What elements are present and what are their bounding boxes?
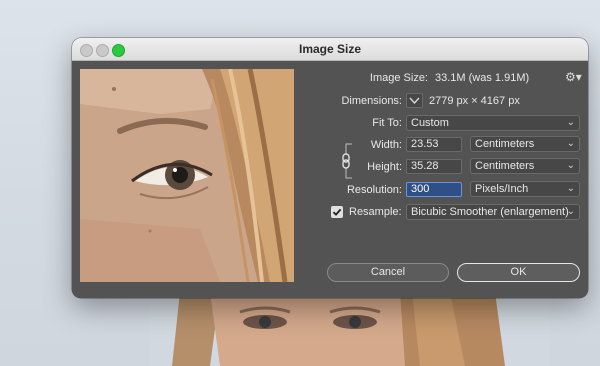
height-label: Height: — [367, 161, 402, 173]
resample-label: Resample: — [349, 206, 402, 218]
title-bar: Image Size — [72, 38, 588, 61]
dimensions-value: 2779 px × 4167 px — [429, 95, 520, 107]
image-size-label: Image Size: — [369, 72, 428, 84]
chevron-down-icon: ⌄ — [566, 117, 575, 128]
dialog-title: Image Size — [298, 42, 362, 56]
ok-button[interactable]: OK — [457, 263, 580, 282]
chevron-down-icon — [409, 97, 420, 105]
width-input[interactable]: 23.53 — [406, 137, 462, 152]
resample-method-value: Bicubic Smoother (enlargement) — [411, 206, 569, 218]
height-unit-value: Centimeters — [475, 160, 535, 172]
background-photo — [150, 292, 550, 366]
fit-to-select[interactable]: Custom ⌄ — [406, 115, 580, 131]
dimensions-unit-menu[interactable] — [406, 93, 423, 108]
resolution-input[interactable]: 300 — [406, 182, 462, 197]
image-size-value: 33.1M (was 1.91M) — [435, 72, 530, 84]
resample-checkbox[interactable] — [331, 206, 343, 218]
width-unit-value: Centimeters — [475, 138, 535, 150]
chevron-down-icon: ⌄ — [566, 206, 575, 217]
cancel-button[interactable]: Cancel — [327, 263, 449, 282]
resolution-unit-select[interactable]: Pixels/Inch ⌄ — [470, 181, 580, 197]
chevron-down-icon: ⌄ — [566, 183, 575, 194]
width-label: Width: — [370, 139, 402, 151]
chevron-down-icon: ⌄ — [566, 160, 575, 171]
height-input[interactable]: 35.28 — [406, 159, 462, 174]
resolution-unit-value: Pixels/Inch — [475, 183, 529, 195]
gear-icon[interactable]: ⚙▾ — [565, 70, 582, 84]
resolution-label: Resolution: — [346, 184, 402, 196]
image-preview[interactable] — [80, 69, 294, 282]
fit-to-label: Fit To: — [372, 117, 402, 129]
checkmark-icon — [332, 208, 342, 216]
chevron-down-icon: ⌄ — [566, 138, 575, 149]
image-size-dialog: Image Size ⚙▾ Image Size: 33.1M (was 1.9… — [72, 38, 588, 298]
resample-method-select[interactable]: Bicubic Smoother (enlargement) ⌄ — [406, 204, 580, 220]
dimensions-label: Dimensions: — [341, 95, 402, 107]
fit-to-value: Custom — [411, 117, 449, 129]
width-unit-select[interactable]: Centimeters ⌄ — [470, 136, 580, 152]
height-unit-select[interactable]: Centimeters ⌄ — [470, 158, 580, 174]
